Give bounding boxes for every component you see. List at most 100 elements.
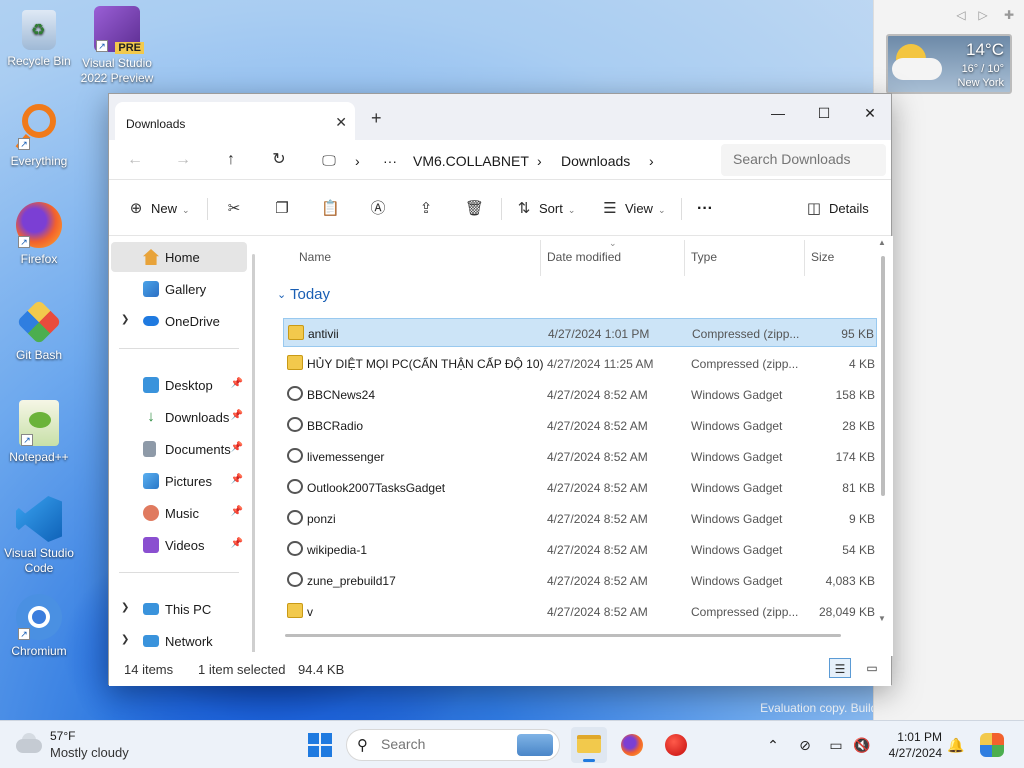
sidebar-item-videos[interactable]: Videos 📌 <box>111 530 247 560</box>
pin-icon[interactable]: 📌 <box>231 410 243 421</box>
vertical-scrollbar[interactable]: ▲ ▼ <box>878 238 886 623</box>
sidebar-item-gallery[interactable]: Gallery <box>111 274 247 304</box>
forward-arrow-icon[interactable]: → <box>171 148 195 172</box>
breadcrumb-item[interactable]: VM6.COLLABNET <box>413 153 529 169</box>
up-arrow-icon[interactable]: ↑ <box>219 148 243 172</box>
previous-icon[interactable]: ◁ <box>954 8 968 22</box>
clock-date[interactable]: 4/27/2024 <box>880 746 942 760</box>
desktop-icon-firefox[interactable]: ↗ Firefox <box>0 202 78 267</box>
column-header-name[interactable]: Name <box>299 250 331 264</box>
table-row[interactable]: Outlook2007TasksGadget 4/27/2024 8:52 AM W… <box>283 473 877 502</box>
desktop-icon-visual-studio-2022-preview[interactable]: PRE ↗ Visual Studio 2022 Preview <box>78 6 156 86</box>
taskbar-weather-temp[interactable]: 57°F <box>50 729 75 743</box>
pin-icon[interactable]: 📌 <box>231 538 243 549</box>
next-icon[interactable]: ▷ <box>976 8 990 22</box>
view-button[interactable]: ☰ View ⌄ <box>601 198 665 220</box>
volume-muted-icon[interactable]: 🔇 <box>852 735 872 755</box>
desktop-icon-notepad-plus-plus[interactable]: ↗ Notepad++ <box>0 400 78 465</box>
pin-icon[interactable]: 📌 <box>231 474 243 485</box>
chevron-right-icon[interactable]: › <box>537 153 542 169</box>
start-button[interactable] <box>308 733 332 757</box>
clock-time[interactable]: 1:01 PM <box>896 730 942 744</box>
column-divider[interactable] <box>684 240 685 276</box>
table-row[interactable]: v 4/27/2024 8:52 AM Compressed (zipp... 28,… <box>283 597 877 626</box>
cut-button[interactable]: ✂ <box>225 198 249 220</box>
breadcrumb-ellipsis[interactable]: ··· <box>383 153 397 169</box>
chevron-right-icon[interactable]: ❯ <box>121 634 129 645</box>
paste-button[interactable]: 📋 <box>321 198 345 220</box>
table-row[interactable]: BBCNews24 4/27/2024 8:52 AM Windows Gadget… <box>283 380 877 409</box>
notification-bell-icon[interactable]: 🔔 <box>946 735 966 755</box>
pin-icon[interactable]: 📌 <box>231 378 243 389</box>
copy-button[interactable]: ❐ <box>273 198 297 220</box>
table-row[interactable]: BBCRadio 4/27/2024 8:52 AM Windows Gadget 2… <box>283 411 877 440</box>
taskbar-search[interactable]: ⚲ <box>346 729 560 761</box>
column-divider[interactable] <box>540 240 541 276</box>
chevron-right-icon[interactable]: ❯ <box>121 314 129 325</box>
chevron-right-icon[interactable]: › <box>355 153 360 169</box>
sidebar-item-music[interactable]: Music 📌 <box>111 498 247 528</box>
display-icon[interactable]: ▭ <box>826 735 846 755</box>
column-header-date-modified[interactable]: Date modified <box>547 250 621 264</box>
table-row[interactable]: antivii 4/27/2024 1:01 PM Compressed (zipp… <box>283 318 877 347</box>
weather-gadget[interactable]: 14°C 16° / 10° New York <box>886 34 1012 94</box>
cloudy-weather-icon[interactable] <box>16 733 44 755</box>
nav-scrollbar[interactable] <box>252 254 255 654</box>
sort-button[interactable]: ⇅ Sort ⌄ <box>515 198 576 220</box>
chevron-right-icon[interactable]: ❯ <box>121 602 129 613</box>
breadcrumb[interactable]: › ··· VM6.COLLABNET › Downloads › <box>311 148 711 174</box>
more-options-button[interactable]: ··· <box>697 198 713 220</box>
table-row[interactable]: HỦY DIỆT MỌI PC(CẨN THẬN CẤP ĐỘ 10) 4/27/… <box>283 349 877 378</box>
desktop-icon-git-bash[interactable]: Git Bash <box>0 299 78 363</box>
delete-button[interactable]: 🗑 <box>465 198 489 220</box>
horizontal-scrollbar[interactable] <box>285 634 841 637</box>
sidebar-item-this-pc[interactable]: ❯ This PC <box>111 594 247 624</box>
table-row[interactable]: wikipedia-1 4/27/2024 8:52 AM Windows Gadg… <box>283 535 877 564</box>
rename-button[interactable]: Ⓐ <box>369 198 393 220</box>
taskbar-search-input[interactable] <box>381 736 511 752</box>
scroll-down-icon[interactable]: ▼ <box>878 614 886 623</box>
close-button[interactable]: ✕ <box>847 100 893 126</box>
add-gadget-icon[interactable]: ✚ <box>1002 8 1016 22</box>
column-header-type[interactable]: Type <box>691 250 717 264</box>
back-arrow-icon[interactable]: ← <box>123 148 147 172</box>
sidebar-item-desktop[interactable]: Desktop 📌 <box>111 370 247 400</box>
sidebar-item-home[interactable]: Home <box>111 242 247 272</box>
tab-downloads[interactable]: Downloads ✕ <box>115 102 355 140</box>
chevron-down-icon[interactable]: ⌄ <box>277 288 286 301</box>
sidebar-item-documents[interactable]: Documents 📌 <box>111 434 247 464</box>
desktop-icon-everything[interactable]: ↗ Everything <box>0 104 78 169</box>
scrollbar-thumb[interactable] <box>881 256 885 496</box>
desktop-icon-visual-studio-code[interactable]: Visual Studio Code <box>0 496 78 576</box>
pin-icon[interactable]: 📌 <box>231 506 243 517</box>
tiles-view-icon[interactable]: ▭ <box>861 658 883 678</box>
refresh-icon[interactable]: ↻ <box>267 148 291 172</box>
chevron-up-icon[interactable]: ⌃ <box>763 735 783 755</box>
sidebar-item-onedrive[interactable]: ❯ OneDrive <box>111 306 247 336</box>
taskbar-red-app[interactable] <box>658 727 694 763</box>
copilot-icon[interactable] <box>980 733 1004 757</box>
new-button[interactable]: ⊕ New ⌄ <box>127 198 190 220</box>
taskbar-firefox[interactable] <box>614 727 650 763</box>
table-row[interactable]: zune_prebuild17 4/27/2024 8:52 AM Windows … <box>283 566 877 595</box>
desktop-icon-chromium[interactable]: ↗ Chromium <box>0 594 78 659</box>
details-button[interactable]: ◫ Details <box>805 198 869 220</box>
pin-icon[interactable]: 📌 <box>231 442 243 453</box>
breadcrumb-item[interactable]: Downloads <box>561 153 630 169</box>
chevron-right-icon[interactable]: › <box>649 153 654 169</box>
title-bar[interactable]: Downloads ✕ + — ☐ ✕ <box>109 94 891 140</box>
desktop-icon-recycle-bin[interactable]: ♻ Recycle Bin <box>0 10 78 69</box>
scroll-up-icon[interactable]: ▲ <box>878 238 886 247</box>
taskbar-weather-condition[interactable]: Mostly cloudy <box>50 745 129 760</box>
sidebar-item-pictures[interactable]: Pictures 📌 <box>111 466 247 496</box>
details-view-icon[interactable]: ☰ <box>829 658 851 678</box>
column-divider[interactable] <box>804 240 805 276</box>
new-tab-icon[interactable]: + <box>371 108 382 129</box>
search-input[interactable] <box>733 144 883 174</box>
taskbar-file-explorer[interactable] <box>571 727 607 763</box>
column-header-size[interactable]: Size <box>811 250 834 264</box>
table-row[interactable]: livemessenger 4/27/2024 8:52 AM Windows Ga… <box>283 442 877 471</box>
close-tab-icon[interactable]: ✕ <box>335 114 347 131</box>
network-disconnected-icon[interactable]: ⊘ <box>795 735 815 755</box>
minimize-button[interactable]: — <box>755 100 801 126</box>
